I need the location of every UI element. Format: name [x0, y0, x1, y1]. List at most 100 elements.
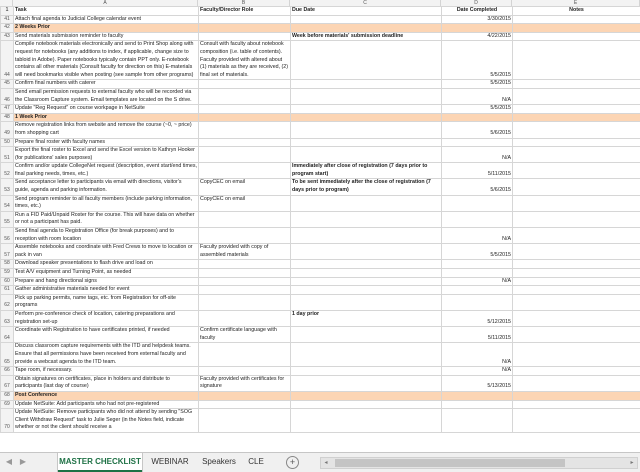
cell-role[interactable]: [199, 260, 291, 269]
cell-role[interactable]: [199, 286, 291, 295]
row-number[interactable]: 50: [1, 138, 14, 147]
cell-role[interactable]: [199, 88, 291, 104]
scrollbar-thumb[interactable]: [335, 459, 565, 467]
cell-role[interactable]: [199, 269, 291, 278]
cell-role[interactable]: [199, 294, 291, 310]
row-number[interactable]: 66: [1, 367, 14, 376]
tab-cle[interactable]: CLE: [243, 453, 269, 470]
cell-date-completed[interactable]: [442, 409, 513, 433]
row-number[interactable]: 56: [1, 228, 14, 244]
cell-role[interactable]: [199, 147, 291, 163]
row-number[interactable]: 57: [1, 244, 14, 260]
cell-notes[interactable]: [513, 286, 640, 295]
row-number[interactable]: 67: [1, 375, 14, 391]
cell-due-date[interactable]: [291, 286, 442, 295]
cell-notes[interactable]: [513, 211, 640, 227]
cell-task[interactable]: Run a FID Paid/Unpaid Roster for the cou…: [14, 211, 199, 227]
cell-date-completed[interactable]: N/A: [442, 88, 513, 104]
cell-due-date[interactable]: [291, 269, 442, 278]
tab-speakers[interactable]: Speakers: [197, 453, 241, 470]
row-number[interactable]: 68: [1, 391, 14, 400]
cell-date-completed[interactable]: N/A: [442, 147, 513, 163]
cell-task[interactable]: Prepare and hang directional signs: [14, 277, 199, 286]
cell-due-date[interactable]: To be sent immediately after the close o…: [291, 179, 442, 195]
row-number[interactable]: 61: [1, 286, 14, 295]
cell-task[interactable]: Update NetSuite: Remove participants who…: [14, 409, 199, 433]
cell-task[interactable]: Prepare final roster with faculty names: [14, 138, 199, 147]
cell-date-completed[interactable]: N/A: [442, 367, 513, 376]
row-number[interactable]: 47: [1, 105, 14, 114]
cell-task[interactable]: Export the final roster to Excel and sen…: [14, 147, 199, 163]
cell-notes[interactable]: [513, 195, 640, 211]
cell-due-date[interactable]: [291, 367, 442, 376]
cell-role[interactable]: [199, 105, 291, 114]
row-number[interactable]: 58: [1, 260, 14, 269]
cell-date-completed[interactable]: N/A: [442, 277, 513, 286]
cell-date-completed[interactable]: 5/11/2015: [442, 163, 513, 179]
cell-due-date[interactable]: [291, 80, 442, 89]
cell-due-date[interactable]: [291, 24, 442, 33]
cell-due-date[interactable]: [291, 105, 442, 114]
row-number[interactable]: 44: [1, 41, 14, 80]
cell-date-completed[interactable]: 5/6/2015: [442, 122, 513, 138]
cell-role[interactable]: [199, 343, 291, 367]
cell-notes[interactable]: [513, 122, 640, 138]
cell-date-completed[interactable]: 5/6/2015: [442, 179, 513, 195]
cell-task[interactable]: Send materials submission reminder to fa…: [14, 32, 199, 41]
cell-date-completed[interactable]: 5/12/2015: [442, 310, 513, 326]
cell-role[interactable]: [199, 211, 291, 227]
cell-due-date[interactable]: [291, 41, 442, 80]
cell-task[interactable]: Update "Reg Request" on course workpage …: [14, 105, 199, 114]
cell-notes[interactable]: [513, 228, 640, 244]
cell-task[interactable]: Discuss classroom capture requirements w…: [14, 343, 199, 367]
cell-due-date[interactable]: [291, 343, 442, 367]
cell-date-completed[interactable]: 5/5/2015: [442, 41, 513, 80]
cell-task[interactable]: 2 Weeks Prior: [14, 24, 199, 33]
cell-role[interactable]: [199, 367, 291, 376]
cell-role[interactable]: [199, 163, 291, 179]
cell-date-completed[interactable]: [442, 24, 513, 33]
header-task[interactable]: Task: [14, 7, 199, 16]
cell-notes[interactable]: [513, 343, 640, 367]
cell-notes[interactable]: [513, 80, 640, 89]
cell-notes[interactable]: [513, 367, 640, 376]
cell-task[interactable]: Send acceptance letter to participants v…: [14, 179, 199, 195]
cell-date-completed[interactable]: [442, 211, 513, 227]
cell-task[interactable]: Confirm final numbers with caterer: [14, 80, 199, 89]
cell-date-completed[interactable]: 5/5/2015: [442, 105, 513, 114]
cell-notes[interactable]: [513, 113, 640, 122]
cell-role[interactable]: [199, 409, 291, 433]
row-number[interactable]: 43: [1, 32, 14, 41]
cell-date-completed[interactable]: [442, 195, 513, 211]
row-number[interactable]: 46: [1, 88, 14, 104]
cell-due-date[interactable]: Immediately after close of registration …: [291, 163, 442, 179]
cell-task[interactable]: Confirm and/or update CollegeNet request…: [14, 163, 199, 179]
add-sheet-icon[interactable]: +: [286, 456, 299, 469]
cell-notes[interactable]: [513, 277, 640, 286]
row-number[interactable]: 41: [1, 15, 14, 24]
cell-date-completed[interactable]: 5/5/2015: [442, 244, 513, 260]
cell-notes[interactable]: [513, 269, 640, 278]
row-number[interactable]: 54: [1, 195, 14, 211]
cell-task[interactable]: Attach final agenda to Judicial College …: [14, 15, 199, 24]
cell-date-completed[interactable]: [442, 391, 513, 400]
row-number[interactable]: 55: [1, 211, 14, 227]
cell-task[interactable]: Post Conference: [14, 391, 199, 400]
cell-due-date[interactable]: [291, 211, 442, 227]
row-number[interactable]: 1: [1, 7, 14, 16]
cell-due-date[interactable]: Week before materials' submission deadli…: [291, 32, 442, 41]
cell-task[interactable]: Test A/V equipment and Turning Point, as…: [14, 269, 199, 278]
cell-notes[interactable]: [513, 41, 640, 80]
cell-role[interactable]: [199, 228, 291, 244]
cell-date-completed[interactable]: [442, 294, 513, 310]
cell-due-date[interactable]: [291, 113, 442, 122]
cell-notes[interactable]: [513, 400, 640, 409]
cell-notes[interactable]: [513, 24, 640, 33]
cell-role[interactable]: [199, 310, 291, 326]
row-number[interactable]: 51: [1, 147, 14, 163]
cell-task[interactable]: Download speaker presentations to flash …: [14, 260, 199, 269]
cell-role[interactable]: [199, 32, 291, 41]
cell-role[interactable]: Confirm certificate language with facult…: [199, 327, 291, 343]
cell-role[interactable]: [199, 122, 291, 138]
cell-date-completed[interactable]: [442, 138, 513, 147]
